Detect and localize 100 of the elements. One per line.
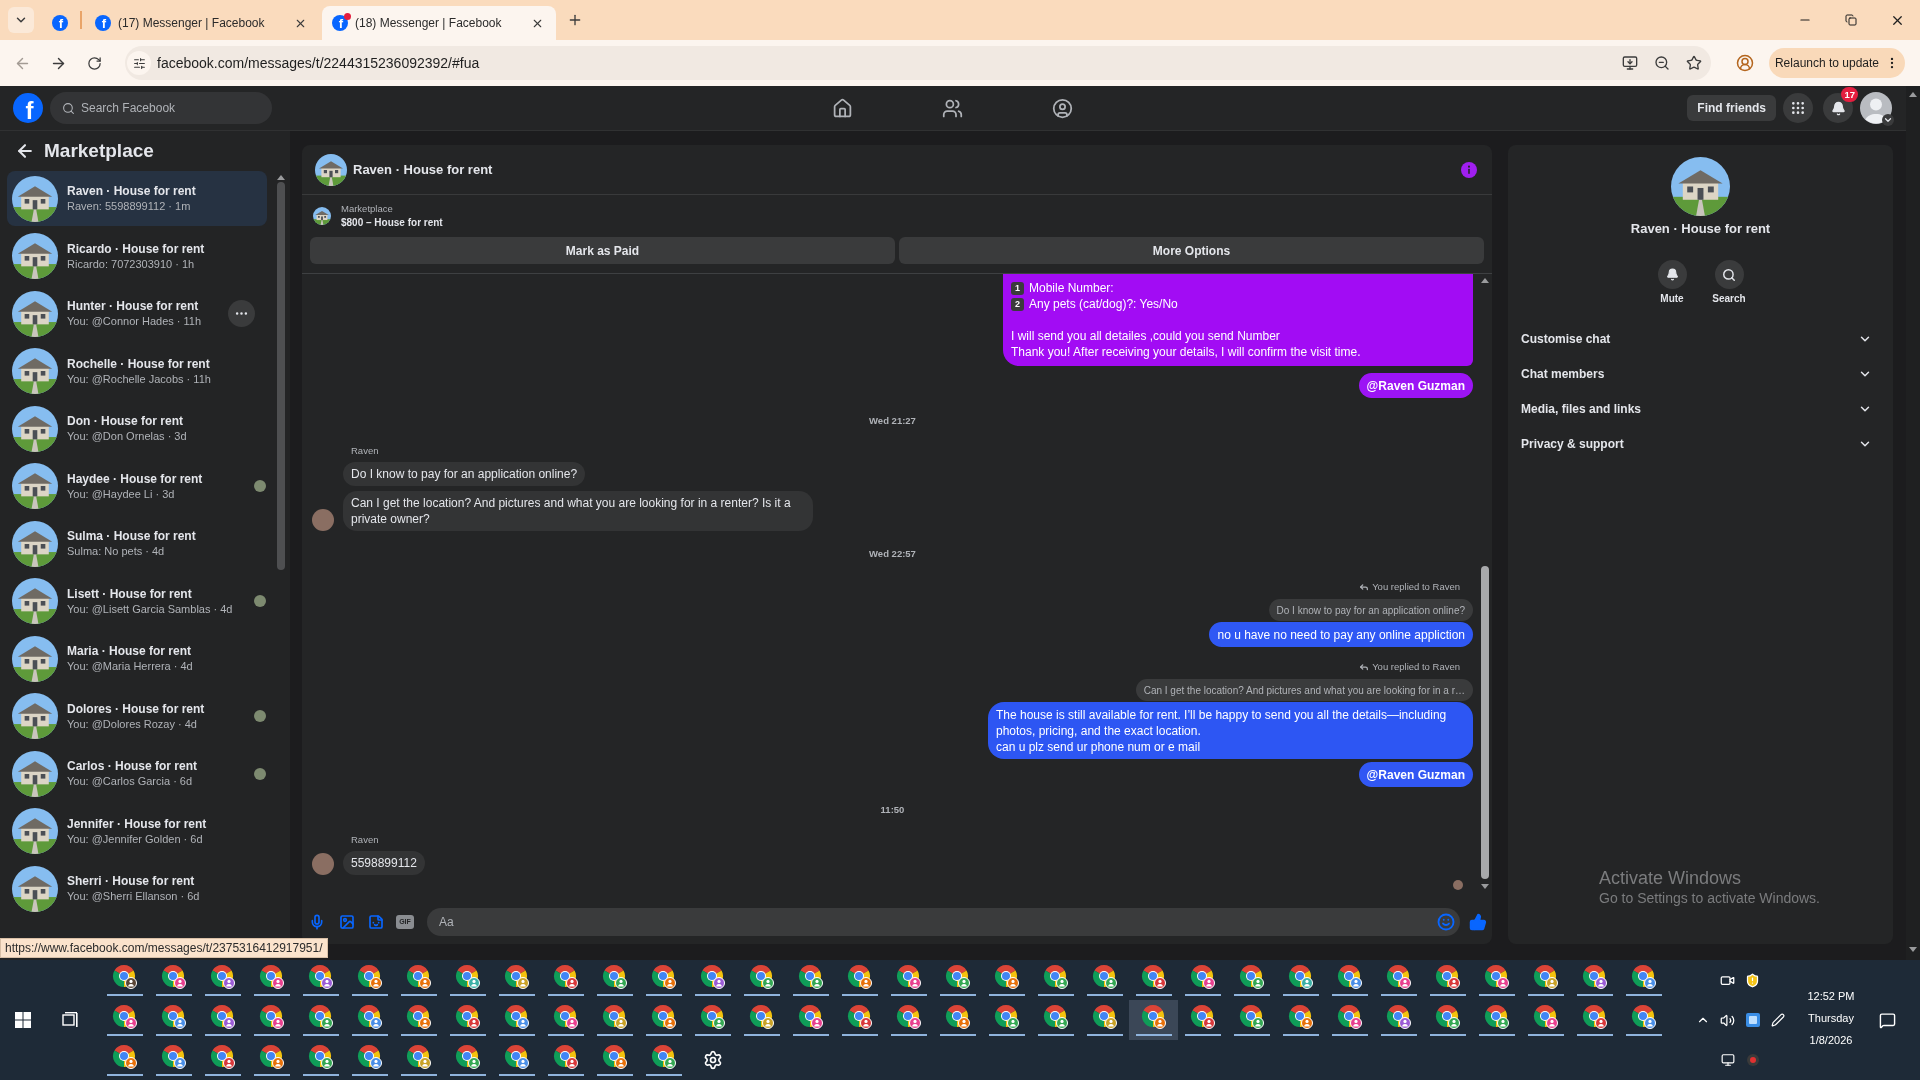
section-toggle[interactable]: Chat members xyxy=(1521,356,1880,391)
conversation-item[interactable]: Hunter · House for rent You: @Connor Hades · 11h xyxy=(7,286,267,341)
house-photo xyxy=(12,348,58,394)
conversation-item[interactable]: Jennifer · House for rent You: @Jennifer Golden · 6d xyxy=(7,803,267,859)
conversation-preview: Raven: 5598899112 · 1m xyxy=(67,199,192,214)
scrollbar-thumb[interactable] xyxy=(277,182,285,570)
monitor-icon[interactable] xyxy=(1720,1053,1735,1067)
browser-profile-icon xyxy=(651,964,676,989)
conversation-preview: You: @Dolores Rozay · 4d xyxy=(67,716,198,732)
scroll-down-icon[interactable] xyxy=(1909,947,1917,952)
link-preview-tooltip: https://www.facebook.com/messages/t/2375316412917951/ xyxy=(0,938,328,958)
scroll-up-icon[interactable] xyxy=(1909,92,1917,97)
clock-date: 1/8/2026 xyxy=(1809,1033,1853,1048)
conversation-title: Jennifer · House for rent xyxy=(67,815,207,832)
browser-profile-icon xyxy=(210,964,235,989)
address-bar[interactable]: facebook.com/messages/t/2244315236092392/#fua xyxy=(125,46,1711,80)
chat-title: Raven · House for rent xyxy=(353,160,493,179)
browser-profile-icon xyxy=(406,1044,431,1069)
listing-action-button[interactable]: Mark as Paid xyxy=(310,237,895,264)
conversation-item[interactable]: Haydee · House for rent You: @Haydee Li · 3d xyxy=(7,458,267,514)
browser-profile-icon xyxy=(1092,964,1117,989)
scrollbar-thumb[interactable] xyxy=(1481,566,1489,879)
message-text: Mobile Number: xyxy=(1029,280,1114,296)
tab-search-button[interactable] xyxy=(8,7,34,33)
number-key: 1 xyxy=(1011,281,1024,295)
star-icon xyxy=(1686,55,1702,71)
sidebar-title: Marketplace xyxy=(44,138,154,163)
conversation-preview: You: @Sherri Ellanson · 6d xyxy=(67,889,200,904)
back-button[interactable] xyxy=(15,141,35,161)
conversation-item[interactable]: Rochelle · House for rent You: @Rochelle Jacobs · 11h xyxy=(7,343,267,399)
conversation-item[interactable]: Sherri · House for rent You: @Sherri Ellanson · 6d xyxy=(7,861,267,916)
conversation-preview: You: @Connor Hades · 11h xyxy=(67,314,202,329)
shield-warning-icon[interactable] xyxy=(1745,972,1760,988)
profile-avatar-icon[interactable] xyxy=(1860,92,1892,124)
microphone-icon xyxy=(309,914,325,930)
pinned-tab[interactable]: f xyxy=(40,6,80,40)
browser-profile-icon xyxy=(112,1004,137,1029)
conversation-item[interactable]: Carlos · House for rent You: @Carlos Garcia · 6d xyxy=(7,746,267,801)
browser-profile-icon xyxy=(1141,1004,1166,1029)
search-field[interactable]: Search Facebook xyxy=(50,92,272,124)
house-photo xyxy=(313,207,331,225)
browser-profile-icon xyxy=(1435,964,1460,989)
notifications-button[interactable] xyxy=(1823,93,1853,123)
tab-favicon: f xyxy=(52,15,68,31)
scroll-up-icon[interactable] xyxy=(1481,278,1489,283)
account-menu-icon[interactable] xyxy=(1882,114,1894,126)
browser-profile-icon xyxy=(455,1004,480,1029)
scroll-up-icon[interactable] xyxy=(277,175,285,180)
conversation-item[interactable]: Dolores · House for rent You: @Dolores Rozay · 4d xyxy=(7,688,267,744)
browser-profile-icon xyxy=(553,1044,578,1069)
info-icon[interactable] xyxy=(1461,161,1477,178)
conversation-item[interactable]: Ricardo · House for rent Ricardo: 7072303910 · 1h xyxy=(7,228,267,284)
taskbar-button[interactable] xyxy=(1129,1000,1178,1040)
browser-profile-icon xyxy=(112,1044,137,1069)
site-logo[interactable]: f xyxy=(13,93,43,123)
monitor-download-icon xyxy=(1622,55,1638,71)
scroll-down-icon[interactable] xyxy=(1481,884,1489,889)
conversation-item[interactable]: Don · House for rent You: @Don Ornelas · 3d xyxy=(7,401,267,456)
avatar-placeholder xyxy=(312,509,334,531)
browser-profile-icon xyxy=(1631,964,1656,989)
browser-profile-icon xyxy=(308,1044,333,1069)
section-toggle[interactable]: Customise chat xyxy=(1521,321,1880,356)
conversation-preview: You: @Carlos Garcia · 6d xyxy=(67,774,194,789)
quoted-message: Do I know to pay for an application online? xyxy=(1268,599,1473,621)
site-settings-button[interactable] xyxy=(127,51,151,75)
section-toggle[interactable]: Media, files and links xyxy=(1521,391,1880,426)
browser-profile-icon xyxy=(308,964,333,989)
conversation-item[interactable]: Sulma · House for rent Sulma: No pets · 4d xyxy=(7,516,267,571)
conversation-title: Maria · House for rent xyxy=(67,643,193,659)
listing-action-button[interactable]: More Options xyxy=(899,237,1484,264)
section-toggle[interactable]: Privacy & support xyxy=(1521,426,1880,461)
browser-profile-icon xyxy=(1288,964,1313,989)
menu-button[interactable] xyxy=(1783,93,1813,123)
relaunch-button[interactable]: Relaunch to update xyxy=(1769,48,1905,78)
browser-profile-icon xyxy=(1533,964,1558,989)
message-field[interactable]: Aa xyxy=(427,908,1460,936)
more-button[interactable] xyxy=(228,300,255,327)
conversation-preview: You: @Lisett Garcia Samblas · 4d xyxy=(67,601,233,617)
browser-tab[interactable]: f (17) Messenger | Facebook xyxy=(85,6,319,40)
conversation-item[interactable]: Raven · House for rent Raven: 5598899112 · 1m xyxy=(7,171,267,226)
browser-profile-icon xyxy=(1582,964,1607,989)
sliders-icon xyxy=(132,56,146,70)
app-square-icon[interactable] xyxy=(1745,1013,1760,1027)
pen-icon[interactable] xyxy=(1770,1013,1785,1027)
conversation-item[interactable]: Lisett · House for rent You: @Lisett Garcia Samblas · 4d xyxy=(7,573,267,629)
record-dot-icon[interactable] xyxy=(1746,1054,1759,1066)
find-friends-button[interactable]: Find friends xyxy=(1687,95,1776,121)
chat-action-button[interactable]: Mute xyxy=(1653,260,1691,305)
browser-tab[interactable]: f (18) Messenger | Facebook xyxy=(322,6,556,40)
browser-profile-icon xyxy=(847,1004,872,1029)
chat-action-button[interactable]: Search xyxy=(1710,260,1748,305)
thumbs-up-icon xyxy=(1469,913,1487,931)
browser-profile-icon xyxy=(1484,964,1509,989)
chat-message: @Raven Guzman xyxy=(1358,762,1473,787)
seen-avatar-icon xyxy=(1453,880,1463,890)
gear-icon xyxy=(702,1050,723,1070)
message-text: I will send you all detailes ,could you send Number Thank you! After receiving your details, I will confirm the visit time. xyxy=(1011,328,1362,360)
speaker-icon[interactable] xyxy=(1720,1012,1735,1028)
conversation-item[interactable]: Maria · House for rent You: @Maria Herrera · 4d xyxy=(7,631,267,686)
browser-profile-icon xyxy=(406,964,431,989)
